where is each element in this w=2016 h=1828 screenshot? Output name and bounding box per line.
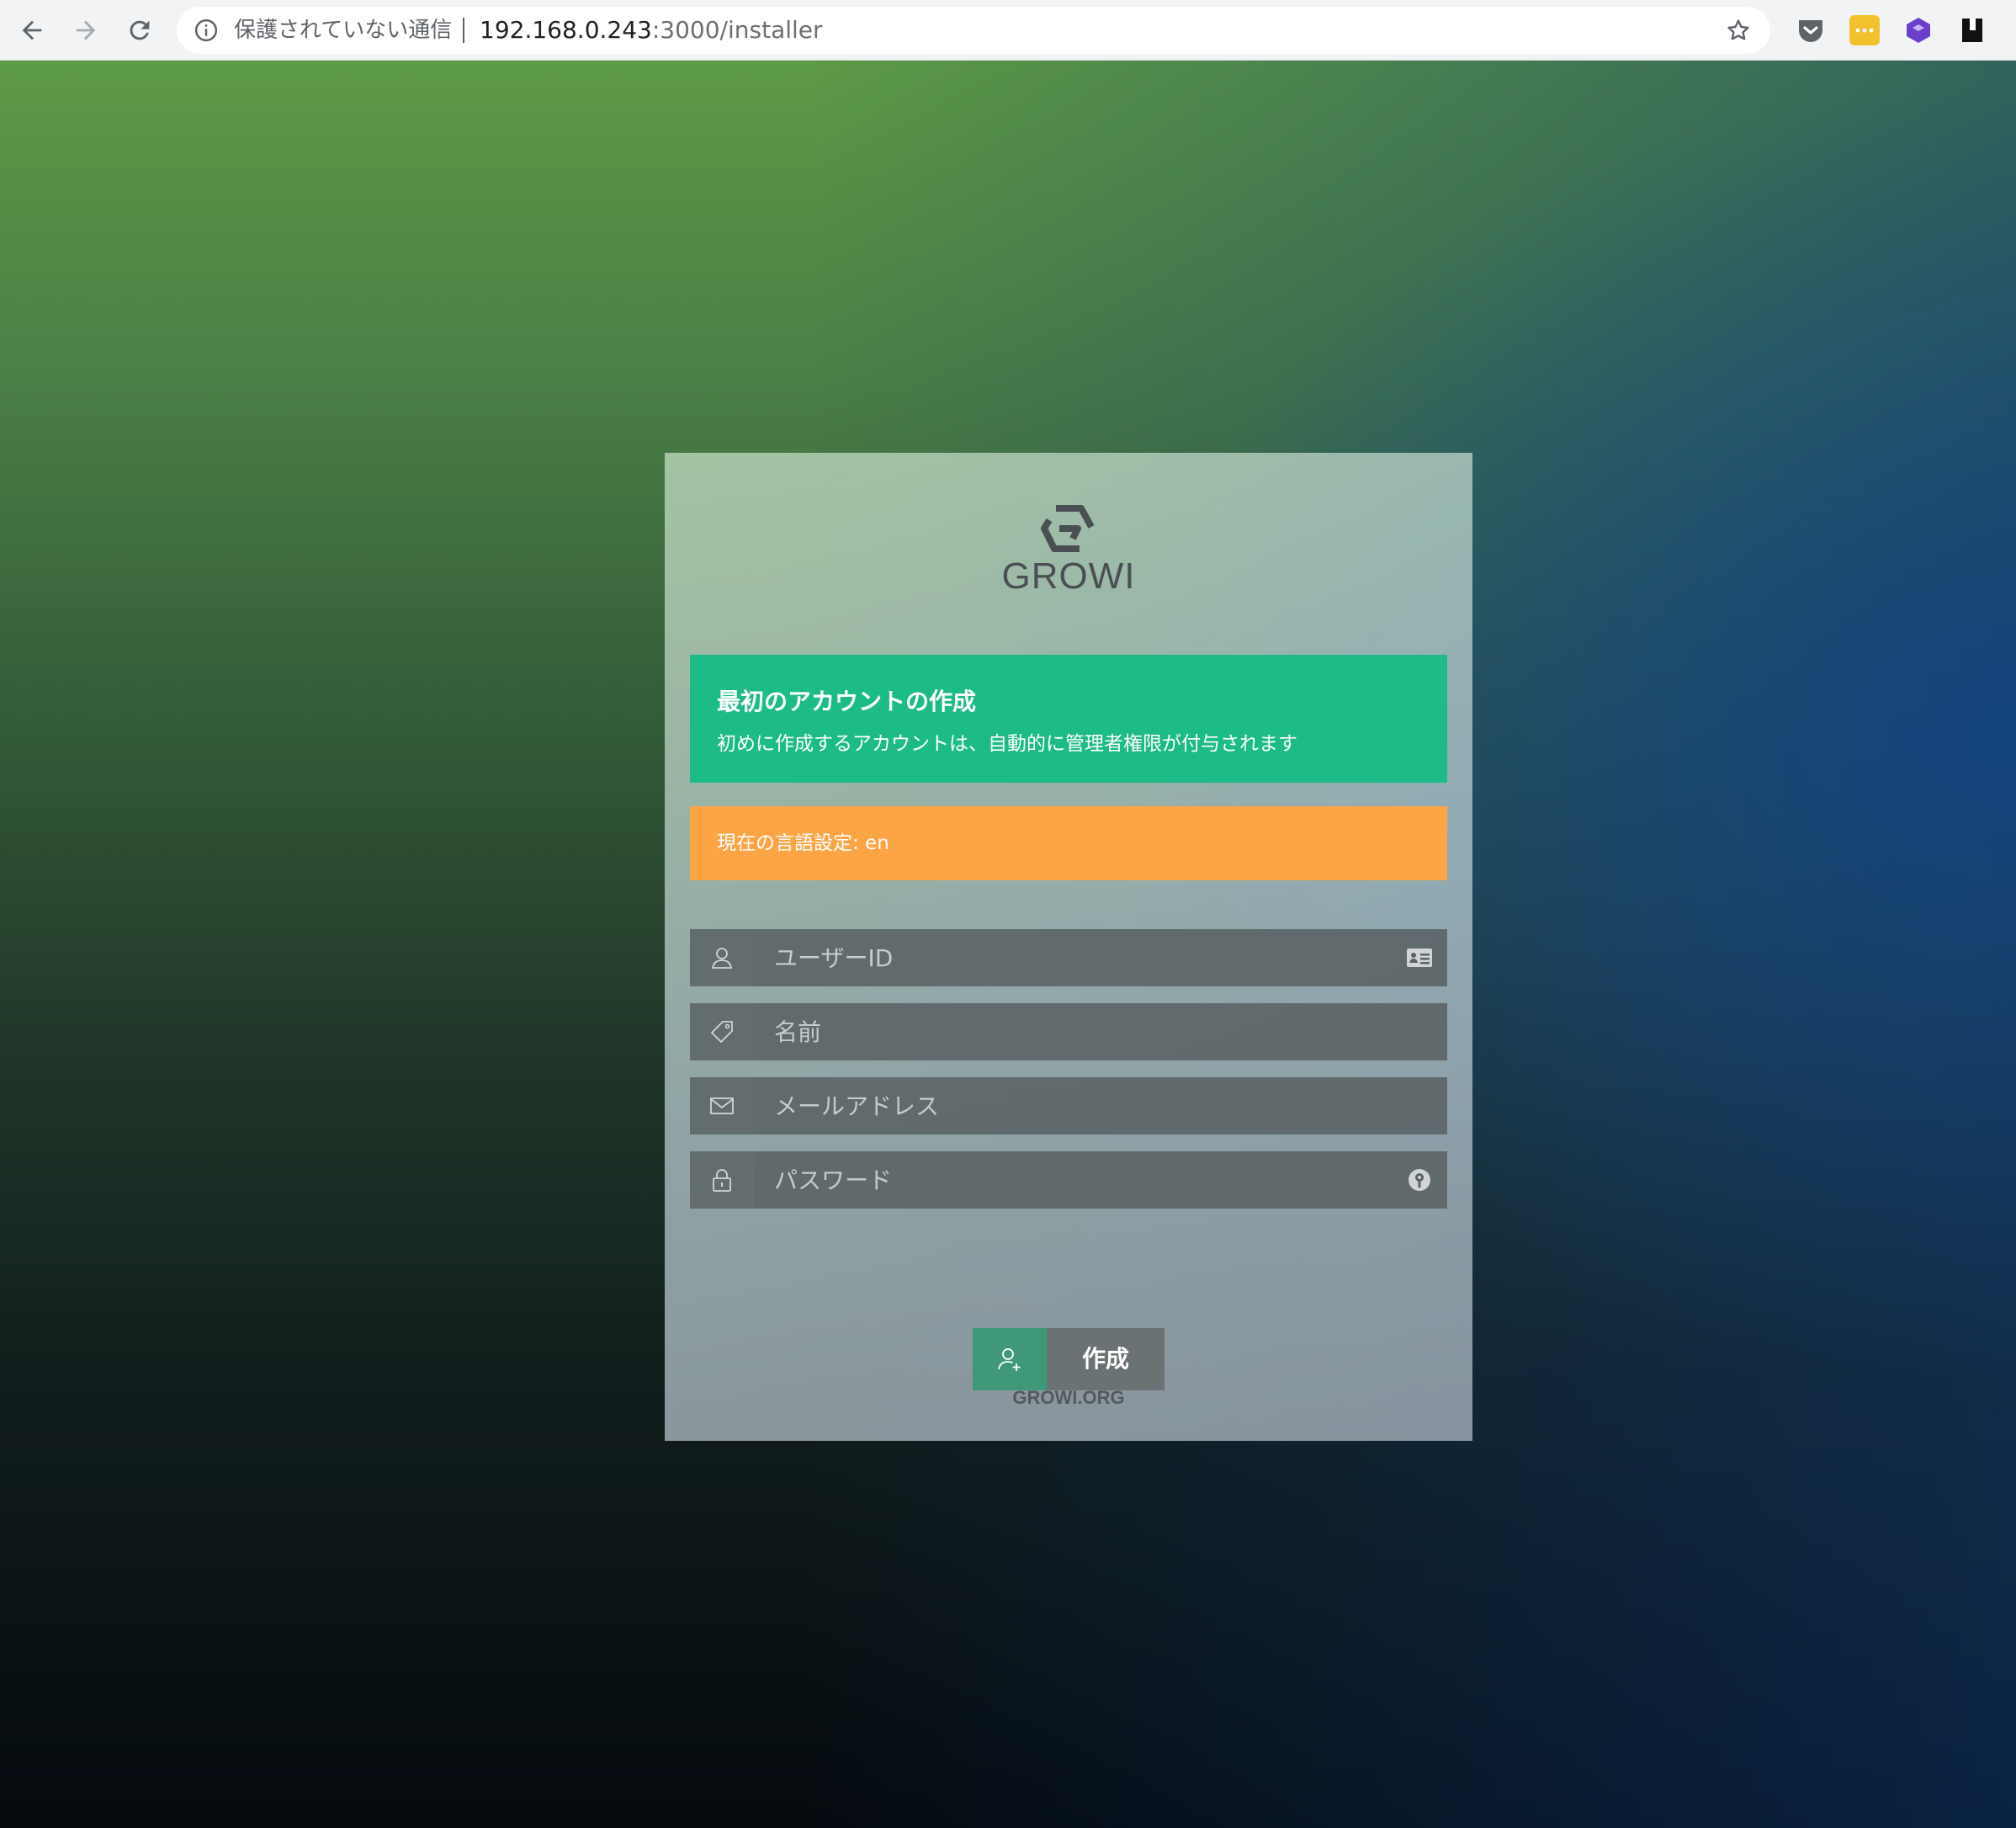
back-button[interactable] — [12, 10, 52, 50]
reload-icon — [130, 20, 150, 40]
cube-extension-button[interactable] — [1903, 15, 1934, 45]
dots-icon — [1855, 28, 1874, 33]
password-input[interactable] — [754, 1151, 1377, 1209]
url-text[interactable]: 192.168.0.243:3000/installer — [480, 7, 823, 54]
bookmark-extension-button[interactable] — [1957, 15, 1987, 45]
create-button-label: 作成 — [1047, 1328, 1165, 1390]
password-manager-icon[interactable] — [1405, 1166, 1434, 1193]
reload-button[interactable] — [119, 10, 160, 50]
user-plus-icon — [998, 1348, 1021, 1371]
growi-org-link[interactable]: GROWI.ORG — [665, 1387, 1472, 1409]
tag-icon — [711, 1021, 733, 1043]
cube-icon — [1907, 18, 1930, 43]
id-card-icon — [1407, 949, 1432, 967]
password-field-group — [690, 1151, 1447, 1209]
book-icon — [1962, 19, 1982, 42]
username-field-group — [690, 929, 1447, 986]
first-account-alert: 最初のアカウントの作成 初めに作成するアカウントは、自動的に管理者権限が付与され… — [690, 655, 1447, 783]
installer-card: GROWI 最初のアカウントの作成 初めに作成するアカウントは、自動的に管理者権… — [665, 453, 1472, 1441]
info-icon[interactable] — [194, 18, 219, 43]
password-extension-button[interactable] — [1849, 15, 1880, 45]
create-icon-box — [973, 1328, 1047, 1390]
arrow-left-icon — [22, 20, 42, 40]
name-field-group — [690, 1003, 1447, 1060]
brand-name: GROWI — [1001, 555, 1136, 597]
create-account-button[interactable]: 作成 — [973, 1328, 1165, 1390]
name-addon — [690, 1003, 754, 1060]
envelope-icon — [710, 1097, 734, 1114]
name-input[interactable] — [754, 1003, 1377, 1060]
pocket-extension-button[interactable] — [1796, 15, 1826, 45]
bookmark-star-icon[interactable] — [1725, 17, 1752, 44]
language-setting-alert: 現在の言語設定: en — [690, 806, 1447, 880]
page-background: GROWI 最初のアカウントの作成 初めに作成するアカウントは、自動的に管理者権… — [0, 61, 2016, 1828]
url-path: :3000/installer — [651, 16, 823, 44]
password-addon — [690, 1151, 754, 1209]
lock-icon — [713, 1169, 731, 1192]
arrow-right-icon — [76, 20, 96, 40]
address-bar[interactable]: 保護されていない通信 192.168.0.243:3000/installer — [177, 7, 1770, 54]
security-label: 保護されていない通信 — [234, 18, 453, 43]
user-icon — [712, 948, 732, 969]
browser-toolbar: 保護されていない通信 192.168.0.243:3000/installer — [0, 0, 2016, 61]
email-addon — [690, 1077, 754, 1135]
username-addon — [690, 929, 754, 986]
pocket-icon — [1799, 20, 1822, 42]
url-host: 192.168.0.243 — [480, 16, 652, 44]
growi-logo-icon — [1041, 505, 1095, 552]
email-field-group — [690, 1077, 1447, 1135]
omnibox-divider — [463, 18, 464, 43]
alert-body: 初めに作成するアカウントは、自動的に管理者権限が付与されます — [717, 733, 1297, 755]
email-input[interactable] — [754, 1077, 1377, 1135]
forward-button[interactable] — [66, 10, 106, 50]
username-input[interactable] — [754, 929, 1377, 986]
alert-title: 最初のアカウントの作成 — [717, 688, 977, 715]
